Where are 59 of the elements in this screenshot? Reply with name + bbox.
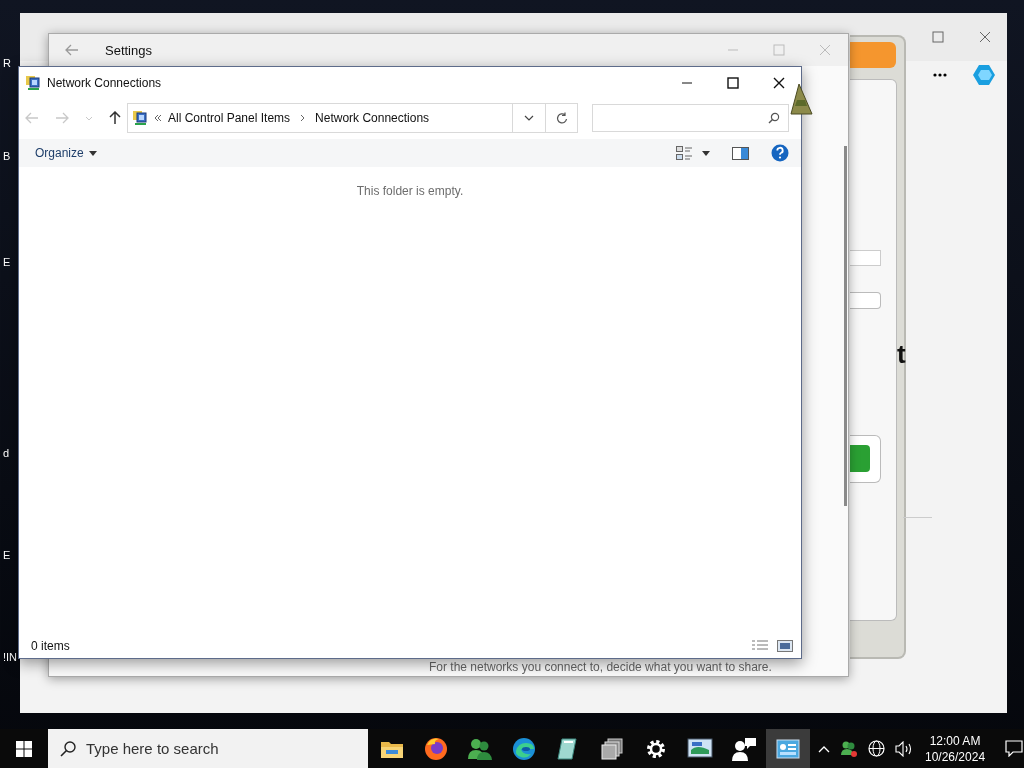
search-field[interactable]: Type here to search bbox=[48, 729, 368, 768]
close-icon[interactable] bbox=[773, 77, 785, 89]
desktop-icon-label[interactable]: d bbox=[3, 447, 10, 459]
network-folder-icon bbox=[25, 75, 41, 91]
dropdown-field[interactable] bbox=[850, 250, 881, 266]
input-field[interactable] bbox=[850, 292, 881, 309]
taskbar-app-button[interactable] bbox=[766, 729, 810, 768]
volume-icon[interactable] bbox=[895, 740, 913, 757]
desktop-icon-label[interactable]: R bbox=[3, 57, 11, 69]
wave-globe-icon bbox=[512, 736, 536, 761]
more-icon[interactable] bbox=[933, 73, 947, 77]
double-chevron-icon bbox=[154, 115, 162, 121]
window-title: Network Connections bbox=[47, 76, 162, 90]
clock[interactable]: 12:00 AM 10/26/2024 bbox=[925, 732, 986, 765]
up-arrow-icon[interactable] bbox=[109, 111, 121, 125]
chevron-up-icon[interactable] bbox=[818, 744, 830, 753]
glass-pane-icon bbox=[556, 736, 580, 761]
desktop-icon-label[interactable]: B bbox=[3, 150, 11, 162]
caret-icon[interactable] bbox=[702, 150, 710, 156]
refresh-icon[interactable] bbox=[555, 112, 568, 124]
page-heading: t bbox=[897, 339, 906, 370]
scrollbar[interactable] bbox=[844, 146, 847, 506]
fox-globe-icon bbox=[424, 736, 448, 761]
chevron-down-icon[interactable] bbox=[523, 115, 534, 121]
breadcrumb-link[interactable]: Network Connections bbox=[315, 111, 430, 125]
globe-icon[interactable] bbox=[868, 740, 885, 757]
desktop-icon-label[interactable]: E bbox=[3, 549, 11, 561]
preview-pane-icon[interactable] bbox=[732, 146, 749, 160]
refresh-button[interactable] bbox=[544, 103, 579, 133]
empty-folder-message: This folder is empty. bbox=[356, 184, 464, 200]
desktop-icon-label[interactable]: !IN bbox=[3, 651, 18, 663]
monitor-icon bbox=[687, 737, 713, 760]
help-icon[interactable] bbox=[771, 144, 789, 162]
status-text: 0 items bbox=[31, 639, 70, 653]
address-bar[interactable]: All Control Panel Items Network Connections bbox=[127, 103, 546, 133]
swirl-logo-icon[interactable] bbox=[973, 63, 997, 87]
large-icons-view-icon[interactable] bbox=[777, 640, 793, 652]
person-chat-icon bbox=[731, 736, 757, 761]
cone-icon bbox=[789, 84, 813, 116]
window-title: Settings bbox=[105, 42, 152, 58]
notification-icon[interactable] bbox=[1005, 740, 1024, 757]
organize-button[interactable]: Organize bbox=[35, 146, 97, 160]
maximize-icon[interactable] bbox=[727, 77, 739, 89]
chevron-right-icon bbox=[300, 114, 306, 122]
view-options-icon[interactable] bbox=[676, 146, 692, 160]
windows-logo-icon[interactable] bbox=[16, 740, 32, 757]
caret-icon bbox=[88, 150, 97, 156]
network-folder-icon bbox=[132, 110, 148, 126]
settings-icon bbox=[645, 737, 667, 760]
search-icon[interactable] bbox=[768, 112, 780, 124]
people-icon[interactable] bbox=[840, 739, 858, 758]
page-description: For the networks you connect to, decide what you want to share. bbox=[429, 660, 772, 674]
breadcrumb-link[interactable]: All Control Panel Items bbox=[168, 111, 291, 125]
control-panel-icon bbox=[776, 738, 800, 759]
desktop-icon-label[interactable]: E bbox=[3, 256, 11, 268]
search-icon bbox=[60, 740, 76, 757]
stacked-windows-icon bbox=[601, 737, 623, 760]
search-field[interactable] bbox=[592, 104, 789, 132]
people-icon bbox=[467, 737, 493, 760]
